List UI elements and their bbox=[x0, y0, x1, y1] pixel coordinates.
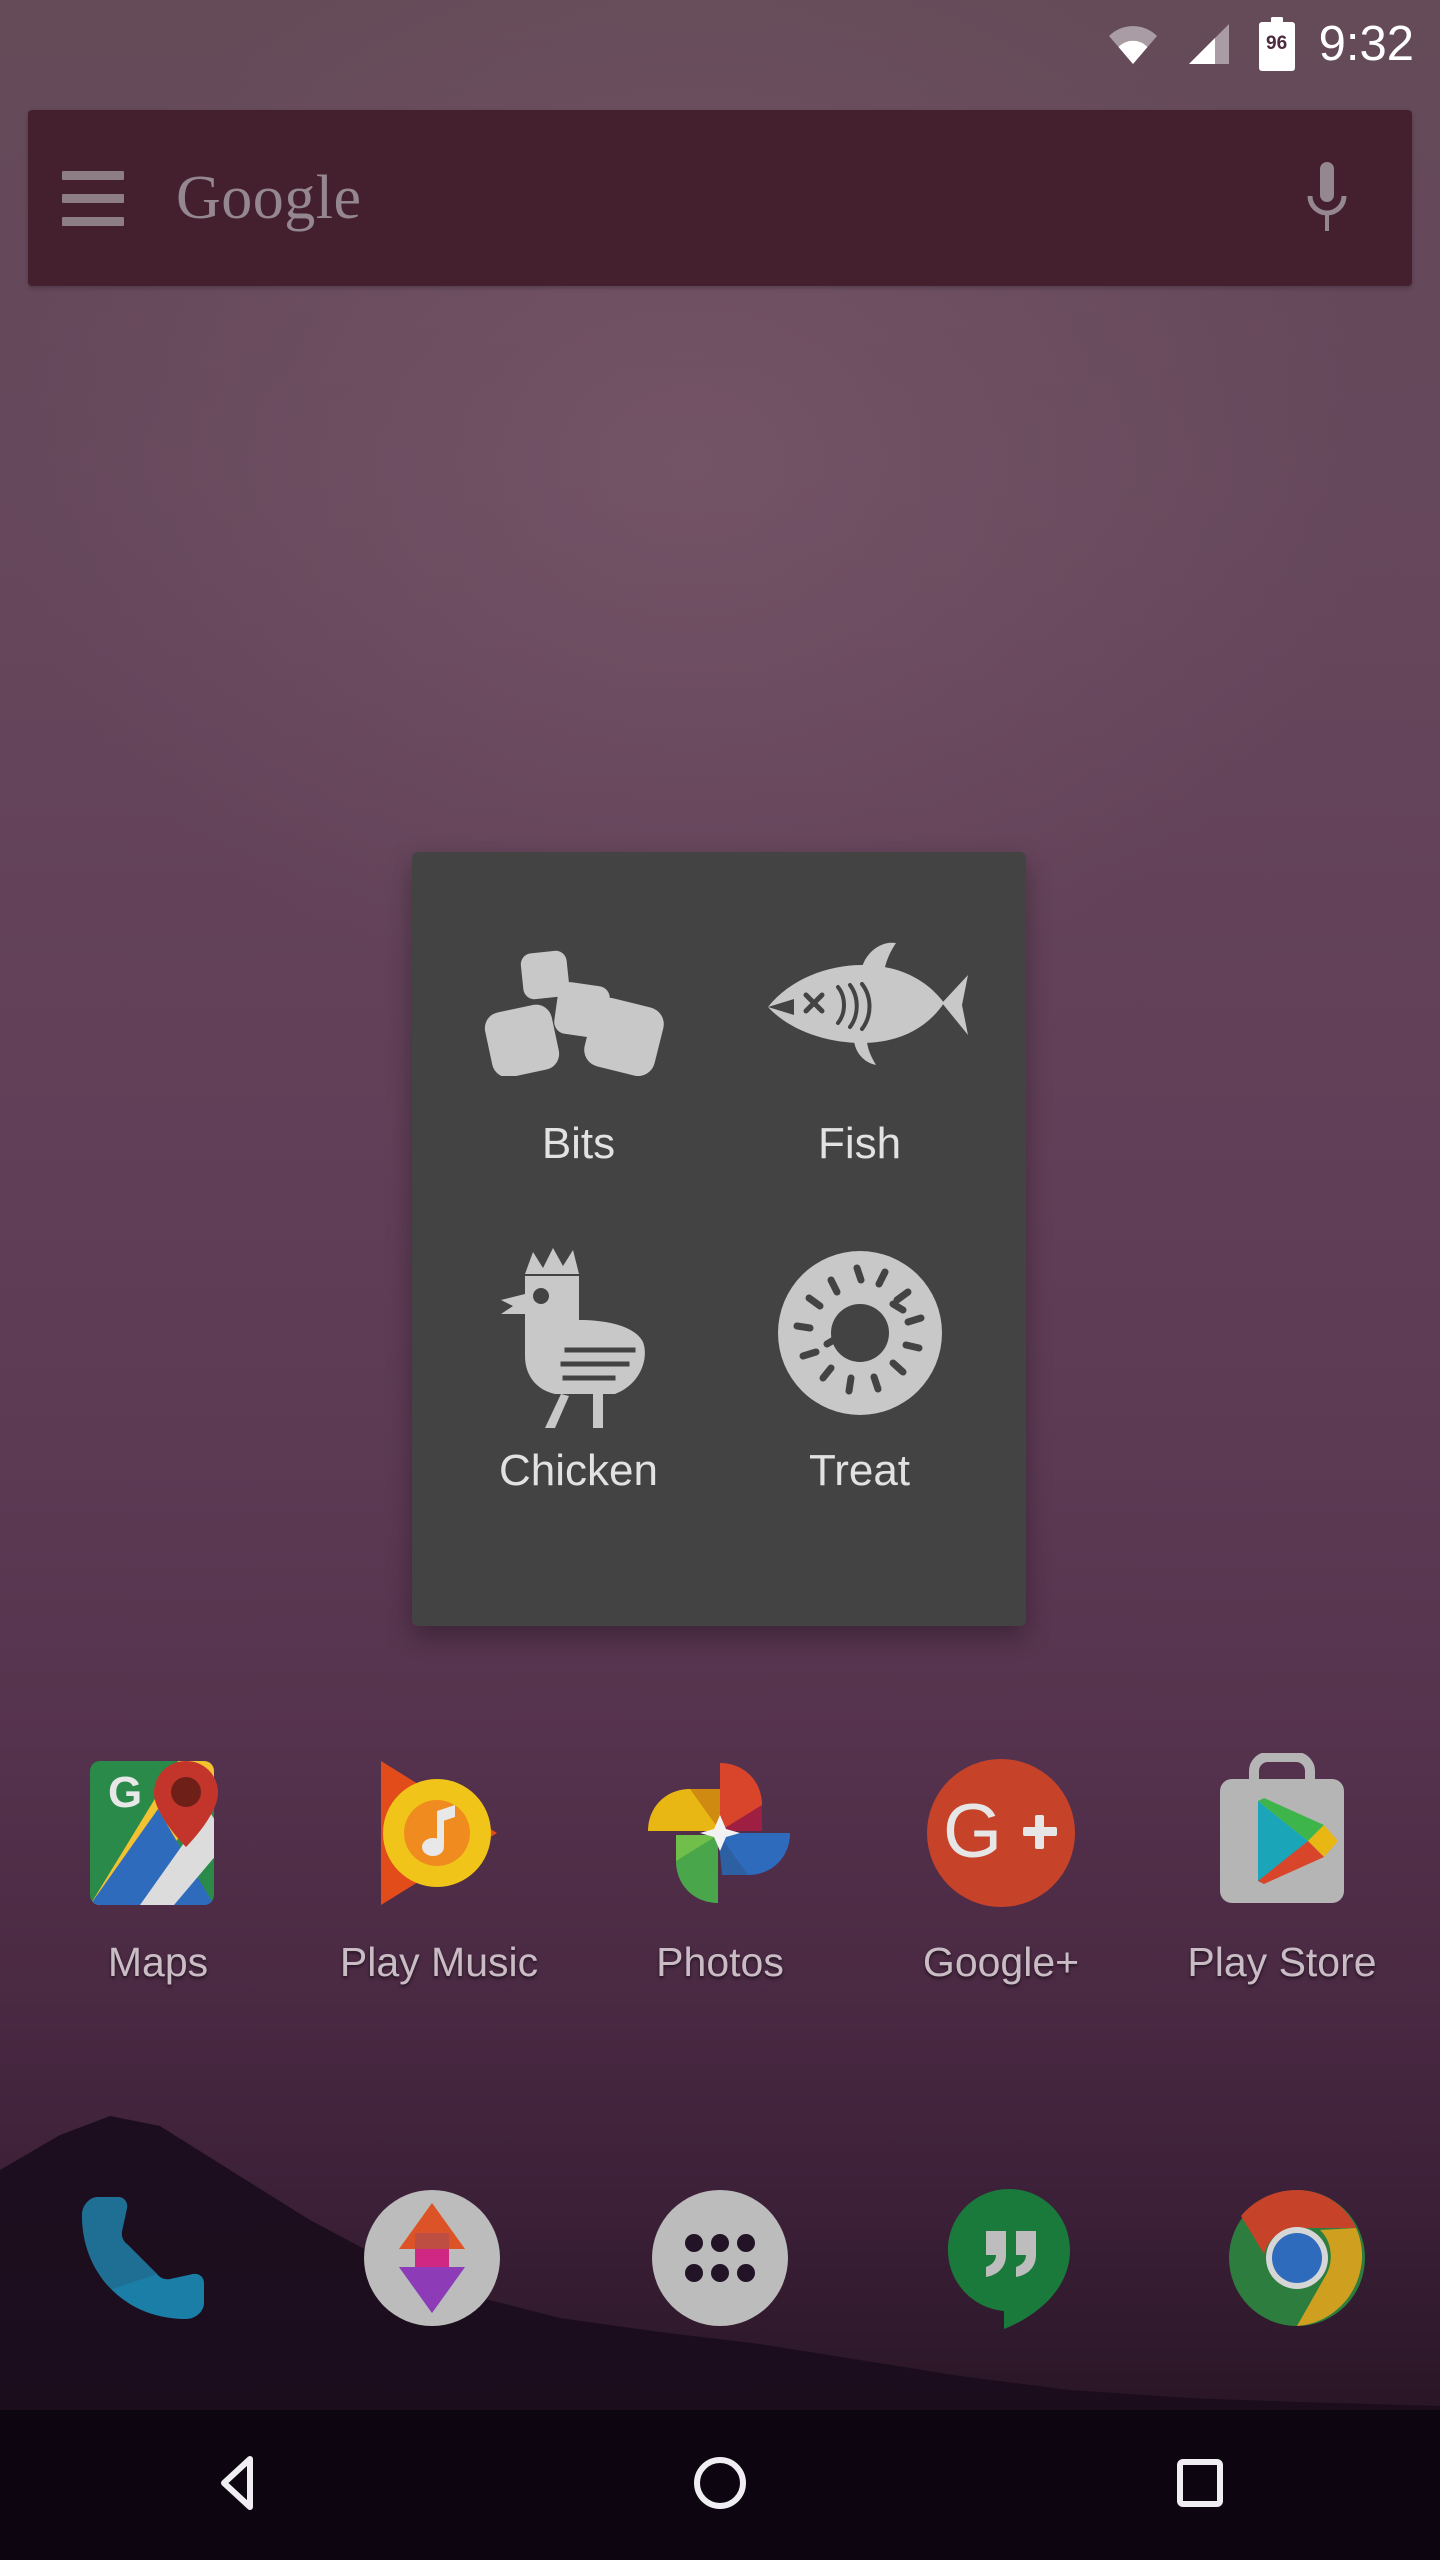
home-screen-dock bbox=[0, 2165, 1440, 2355]
app-label: Maps bbox=[107, 1939, 209, 1985]
food-option-bits[interactable]: Bits bbox=[438, 916, 719, 1243]
nav-home-button[interactable] bbox=[620, 2410, 820, 2560]
app-play-store[interactable]: Play Store bbox=[1146, 1745, 1418, 1986]
back-triangle-icon bbox=[204, 2447, 276, 2524]
app-label: Photos bbox=[656, 1939, 784, 1985]
app-label: Play Store bbox=[1187, 1939, 1377, 1985]
dock-snapseed[interactable] bbox=[337, 2165, 527, 2355]
app-label: Play Music bbox=[339, 1939, 539, 1985]
app-photos[interactable]: Photos bbox=[584, 1745, 856, 1986]
battery-level-text: 96 bbox=[1266, 33, 1288, 54]
app-drawer-icon bbox=[645, 2183, 795, 2338]
battery-icon: 96 bbox=[1257, 17, 1297, 71]
donut-treat-icon bbox=[719, 1243, 1000, 1423]
home-screen-app-row: G Maps Play Music Photos G Google+ Play … bbox=[0, 1745, 1440, 2055]
food-option-chicken[interactable]: Chicken bbox=[438, 1243, 719, 1570]
wifi-icon bbox=[1107, 22, 1159, 66]
dock-hangouts[interactable] bbox=[914, 2165, 1104, 2355]
food-option-treat[interactable]: Treat bbox=[719, 1243, 1000, 1570]
google-plus-icon: G bbox=[913, 1745, 1089, 1921]
dock-phone[interactable] bbox=[48, 2165, 238, 2355]
status-bar-clock: 9:32 bbox=[1318, 16, 1414, 71]
snapseed-icon bbox=[357, 2183, 507, 2338]
food-label: Treat bbox=[808, 1446, 911, 1495]
google-maps-icon: G bbox=[70, 1745, 246, 1921]
google-brand-text: Google bbox=[176, 163, 362, 232]
dock-all-apps[interactable] bbox=[625, 2165, 815, 2355]
home-circle-icon bbox=[684, 2447, 756, 2524]
status-bar: 96 9:32 bbox=[0, 0, 1440, 88]
dock-chrome[interactable] bbox=[1202, 2165, 1392, 2355]
app-google-plus[interactable]: G Google+ bbox=[865, 1745, 1137, 1986]
nav-recents-button[interactable] bbox=[1100, 2410, 1300, 2560]
recents-square-icon bbox=[1164, 2447, 1236, 2524]
kibble-bits-icon bbox=[438, 916, 719, 1096]
fish-icon bbox=[719, 916, 1000, 1096]
chicken-icon bbox=[438, 1243, 719, 1428]
app-play-music[interactable]: Play Music bbox=[303, 1745, 575, 1986]
chrome-icon bbox=[1222, 2183, 1372, 2338]
phone-icon bbox=[68, 2183, 218, 2338]
play-music-icon bbox=[351, 1745, 527, 1921]
food-option-fish[interactable]: Fish bbox=[719, 916, 1000, 1243]
svg-text:G: G bbox=[108, 1768, 142, 1817]
google-search-bar[interactable]: Google bbox=[28, 110, 1412, 286]
google-photos-icon bbox=[632, 1745, 808, 1921]
app-label: Google+ bbox=[922, 1939, 1080, 1985]
hamburger-menu-icon[interactable] bbox=[28, 110, 148, 286]
system-navigation-bar bbox=[0, 2410, 1440, 2560]
app-maps[interactable]: G Maps bbox=[22, 1745, 294, 1986]
food-label: Bits bbox=[541, 1119, 616, 1168]
nav-back-button[interactable] bbox=[140, 2410, 340, 2560]
microphone-icon[interactable] bbox=[1242, 156, 1412, 240]
svg-text:G: G bbox=[943, 1789, 1002, 1874]
cat-food-selection-panel[interactable]: Bits Fish Chicken Treat bbox=[412, 852, 1026, 1626]
food-label: Chicken bbox=[499, 1446, 658, 1495]
food-label: Fish bbox=[817, 1119, 902, 1168]
play-store-icon bbox=[1194, 1745, 1370, 1921]
hangouts-icon bbox=[934, 2183, 1084, 2338]
cell-signal-icon bbox=[1181, 22, 1233, 66]
